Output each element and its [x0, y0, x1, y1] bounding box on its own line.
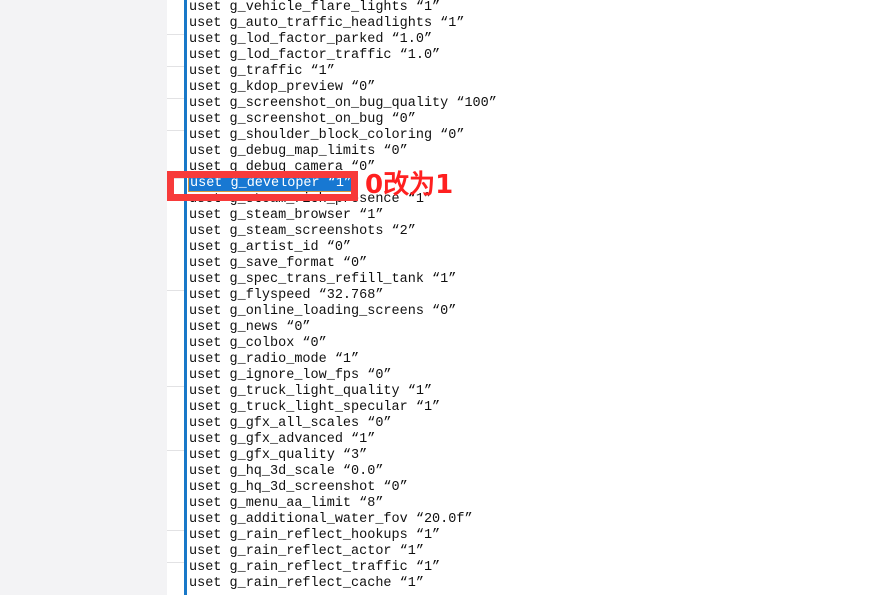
config-line[interactable]: uset g_save_format “0” — [189, 256, 367, 272]
selected-config-line[interactable]: uset g_developer “1” — [189, 176, 355, 191]
config-line[interactable]: uset g_lod_factor_traffic “1.0” — [189, 48, 440, 64]
gutter-rule — [167, 98, 184, 99]
config-line[interactable]: uset g_screenshot_on_bug “0” — [189, 112, 416, 128]
config-line[interactable]: uset g_spec_trans_refill_tank “1” — [189, 272, 456, 288]
gutter-rule — [167, 386, 184, 387]
config-line[interactable]: uset g_colbox “0” — [189, 336, 327, 352]
config-line[interactable]: uset g_rain_reflect_hookups “1” — [189, 528, 440, 544]
config-line[interactable]: uset g_gfx_advanced “1” — [189, 432, 375, 448]
gutter-rule — [167, 450, 184, 451]
page-backdrop: uset g_vehicle_flare_lights “1” uset g_au… — [0, 0, 887, 595]
config-line[interactable]: uset g_lod_factor_parked “1.0” — [189, 32, 432, 48]
config-line[interactable]: uset g_online_loading_screens “0” — [189, 304, 456, 320]
annotation-text: 0改为1 — [365, 170, 454, 200]
gutter-rule — [167, 530, 184, 531]
config-line[interactable]: uset g_hq_3d_screenshot “0” — [189, 480, 408, 496]
config-line[interactable]: uset g_news “0” — [189, 320, 311, 336]
gutter-rule — [167, 178, 184, 179]
config-line[interactable]: uset g_gfx_quality “3” — [189, 448, 367, 464]
config-line[interactable]: uset g_traffic “1” — [189, 64, 335, 80]
gutter-rule — [167, 66, 184, 67]
config-line[interactable]: uset g_rain_reflect_actor “1” — [189, 544, 424, 560]
config-text-body[interactable]: uset g_vehicle_flare_lights “1” uset g_au… — [189, 0, 887, 595]
gutter-rule — [167, 290, 184, 291]
config-line[interactable]: uset g_vehicle_flare_lights “1” — [189, 0, 440, 16]
config-line[interactable]: uset g_debug_map_limits “0” — [189, 144, 408, 160]
config-line[interactable]: uset g_rain_reflect_traffic “1” — [189, 560, 440, 576]
config-line[interactable]: uset g_menu_aa_limit “8” — [189, 496, 383, 512]
config-line[interactable]: uset g_screenshot_on_bug_quality “100” — [189, 96, 497, 112]
config-line[interactable]: uset g_auto_traffic_headlights “1” — [189, 16, 464, 32]
config-line[interactable]: uset g_shoulder_block_coloring “0” — [189, 128, 464, 144]
config-line[interactable]: uset g_debug_camera “0” — [189, 160, 375, 176]
config-line[interactable]: uset g_ignore_low_fps “0” — [189, 368, 392, 384]
config-line[interactable]: uset g_gfx_all_scales “0” — [189, 416, 392, 432]
config-line[interactable]: uset g_radio_mode “1” — [189, 352, 359, 368]
config-line[interactable]: uset g_truck_light_quality “1” — [189, 384, 432, 400]
code-block-left-bar — [184, 0, 187, 595]
config-line[interactable]: uset g_truck_light_specular “1” — [189, 400, 440, 416]
config-line[interactable]: uset g_kdop_preview “0” — [189, 80, 375, 96]
config-line[interactable]: uset g_hq_3d_scale “0.0” — [189, 464, 383, 480]
gutter-rule — [167, 34, 184, 35]
gutter-rule — [167, 130, 184, 131]
line-gutter — [167, 0, 184, 595]
config-line[interactable]: uset g_steam_browser “1” — [189, 208, 383, 224]
config-line[interactable]: uset g_additional_water_fov “20.0f” — [189, 512, 473, 528]
config-line[interactable]: uset g_artist_id “0” — [189, 240, 351, 256]
gutter-rule — [167, 562, 184, 563]
config-line[interactable]: uset g_steam_screenshots “2” — [189, 224, 416, 240]
config-line[interactable]: uset g_flyspeed “32.768” — [189, 288, 383, 304]
config-line[interactable]: uset g_rain_reflect_cache “1” — [189, 576, 424, 592]
